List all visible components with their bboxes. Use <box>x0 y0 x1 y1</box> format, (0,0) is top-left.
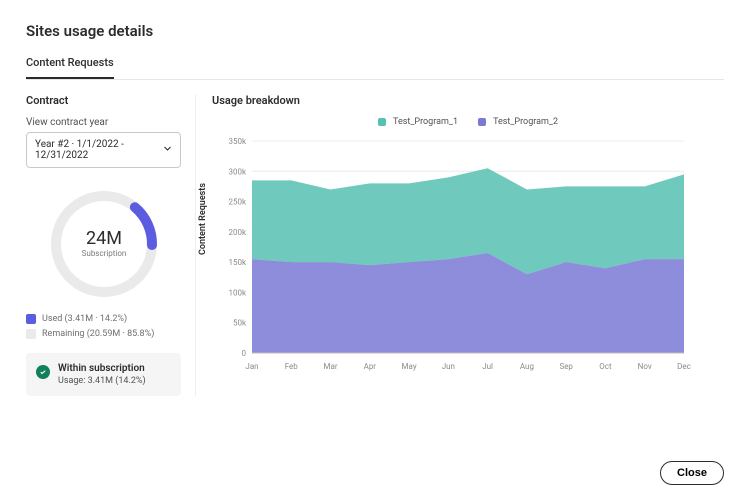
contract-panel: Contract View contract year Year #2 · 1/… <box>26 94 196 396</box>
svg-text:Dec: Dec <box>677 362 691 371</box>
close-button[interactable]: Close <box>660 461 724 485</box>
svg-text:Jun: Jun <box>442 362 455 371</box>
subscription-donut: 24M Subscription <box>26 168 181 314</box>
legend-used: Used (3.41M · 14.2%) <box>26 314 181 324</box>
legend-remaining-label: Remaining (20.59M · 85.8%) <box>42 329 154 339</box>
svg-text:0: 0 <box>242 349 247 358</box>
svg-text:Oct: Oct <box>599 362 612 371</box>
tab-content-requests[interactable]: Content Requests <box>26 56 114 79</box>
chart: Content Requests 050k100k150k200k250k300… <box>212 135 692 375</box>
legend-series-2-label: Test_Program_2 <box>493 117 558 127</box>
svg-text:100k: 100k <box>228 288 246 297</box>
legend-series-1: Test_Program_1 <box>378 117 458 127</box>
page-title: Sites usage details <box>26 22 724 40</box>
legend-series-1-label: Test_Program_1 <box>393 117 458 127</box>
svg-text:200k: 200k <box>228 228 246 237</box>
svg-text:250k: 250k <box>228 198 246 207</box>
svg-text:Nov: Nov <box>638 362 652 371</box>
legend-remaining: Remaining (20.59M · 85.8%) <box>26 329 181 339</box>
contract-year-value: Year #2 · 1/1/2022 - 12/31/2022 <box>35 139 163 161</box>
subscription-value: 24M <box>86 228 122 249</box>
breakdown-panel: Usage breakdown Test_Program_1 Test_Prog… <box>212 94 724 396</box>
svg-text:May: May <box>402 362 417 371</box>
svg-text:50k: 50k <box>233 319 247 328</box>
svg-text:Jan: Jan <box>245 362 258 371</box>
chart-ylabel: Content Requests <box>198 183 208 255</box>
legend-series-2-swatch <box>478 118 486 126</box>
svg-text:300k: 300k <box>228 167 246 176</box>
status-sub: Usage: 3.41M (14.2%) <box>58 376 146 386</box>
breakdown-heading: Usage breakdown <box>212 94 724 107</box>
chart-legend: Test_Program_1 Test_Program_2 <box>212 117 724 127</box>
status-box: Within subscription Usage: 3.41M (14.2%) <box>26 353 181 396</box>
tabs: Content Requests <box>26 56 724 80</box>
contract-year-label: View contract year <box>26 117 181 128</box>
legend-series-2: Test_Program_2 <box>478 117 558 127</box>
contract-year-select[interactable]: Year #2 · 1/1/2022 - 12/31/2022 <box>26 132 181 168</box>
chart-svg: 0 50k 100k 150k 200k 250k 300k 350k Jan Feb Mar Apr… <box>212 135 692 375</box>
contract-heading: Contract <box>26 94 181 107</box>
legend-used-swatch <box>26 314 36 324</box>
svg-text:Apr: Apr <box>364 362 377 371</box>
svg-text:150k: 150k <box>228 258 246 267</box>
svg-text:Jul: Jul <box>482 362 493 371</box>
svg-text:350k: 350k <box>228 137 246 146</box>
legend-used-label: Used (3.41M · 14.2%) <box>42 314 127 324</box>
subscription-label: Subscription <box>81 249 126 258</box>
svg-text:Mar: Mar <box>324 362 338 371</box>
svg-text:Feb: Feb <box>285 362 299 371</box>
legend-series-1-swatch <box>378 118 386 126</box>
chevron-down-icon <box>163 144 172 156</box>
svg-text:Aug: Aug <box>520 362 534 371</box>
legend-remaining-swatch <box>26 329 36 339</box>
svg-text:Sep: Sep <box>559 362 573 371</box>
check-circle-icon <box>36 365 50 379</box>
status-title: Within subscription <box>58 363 146 374</box>
